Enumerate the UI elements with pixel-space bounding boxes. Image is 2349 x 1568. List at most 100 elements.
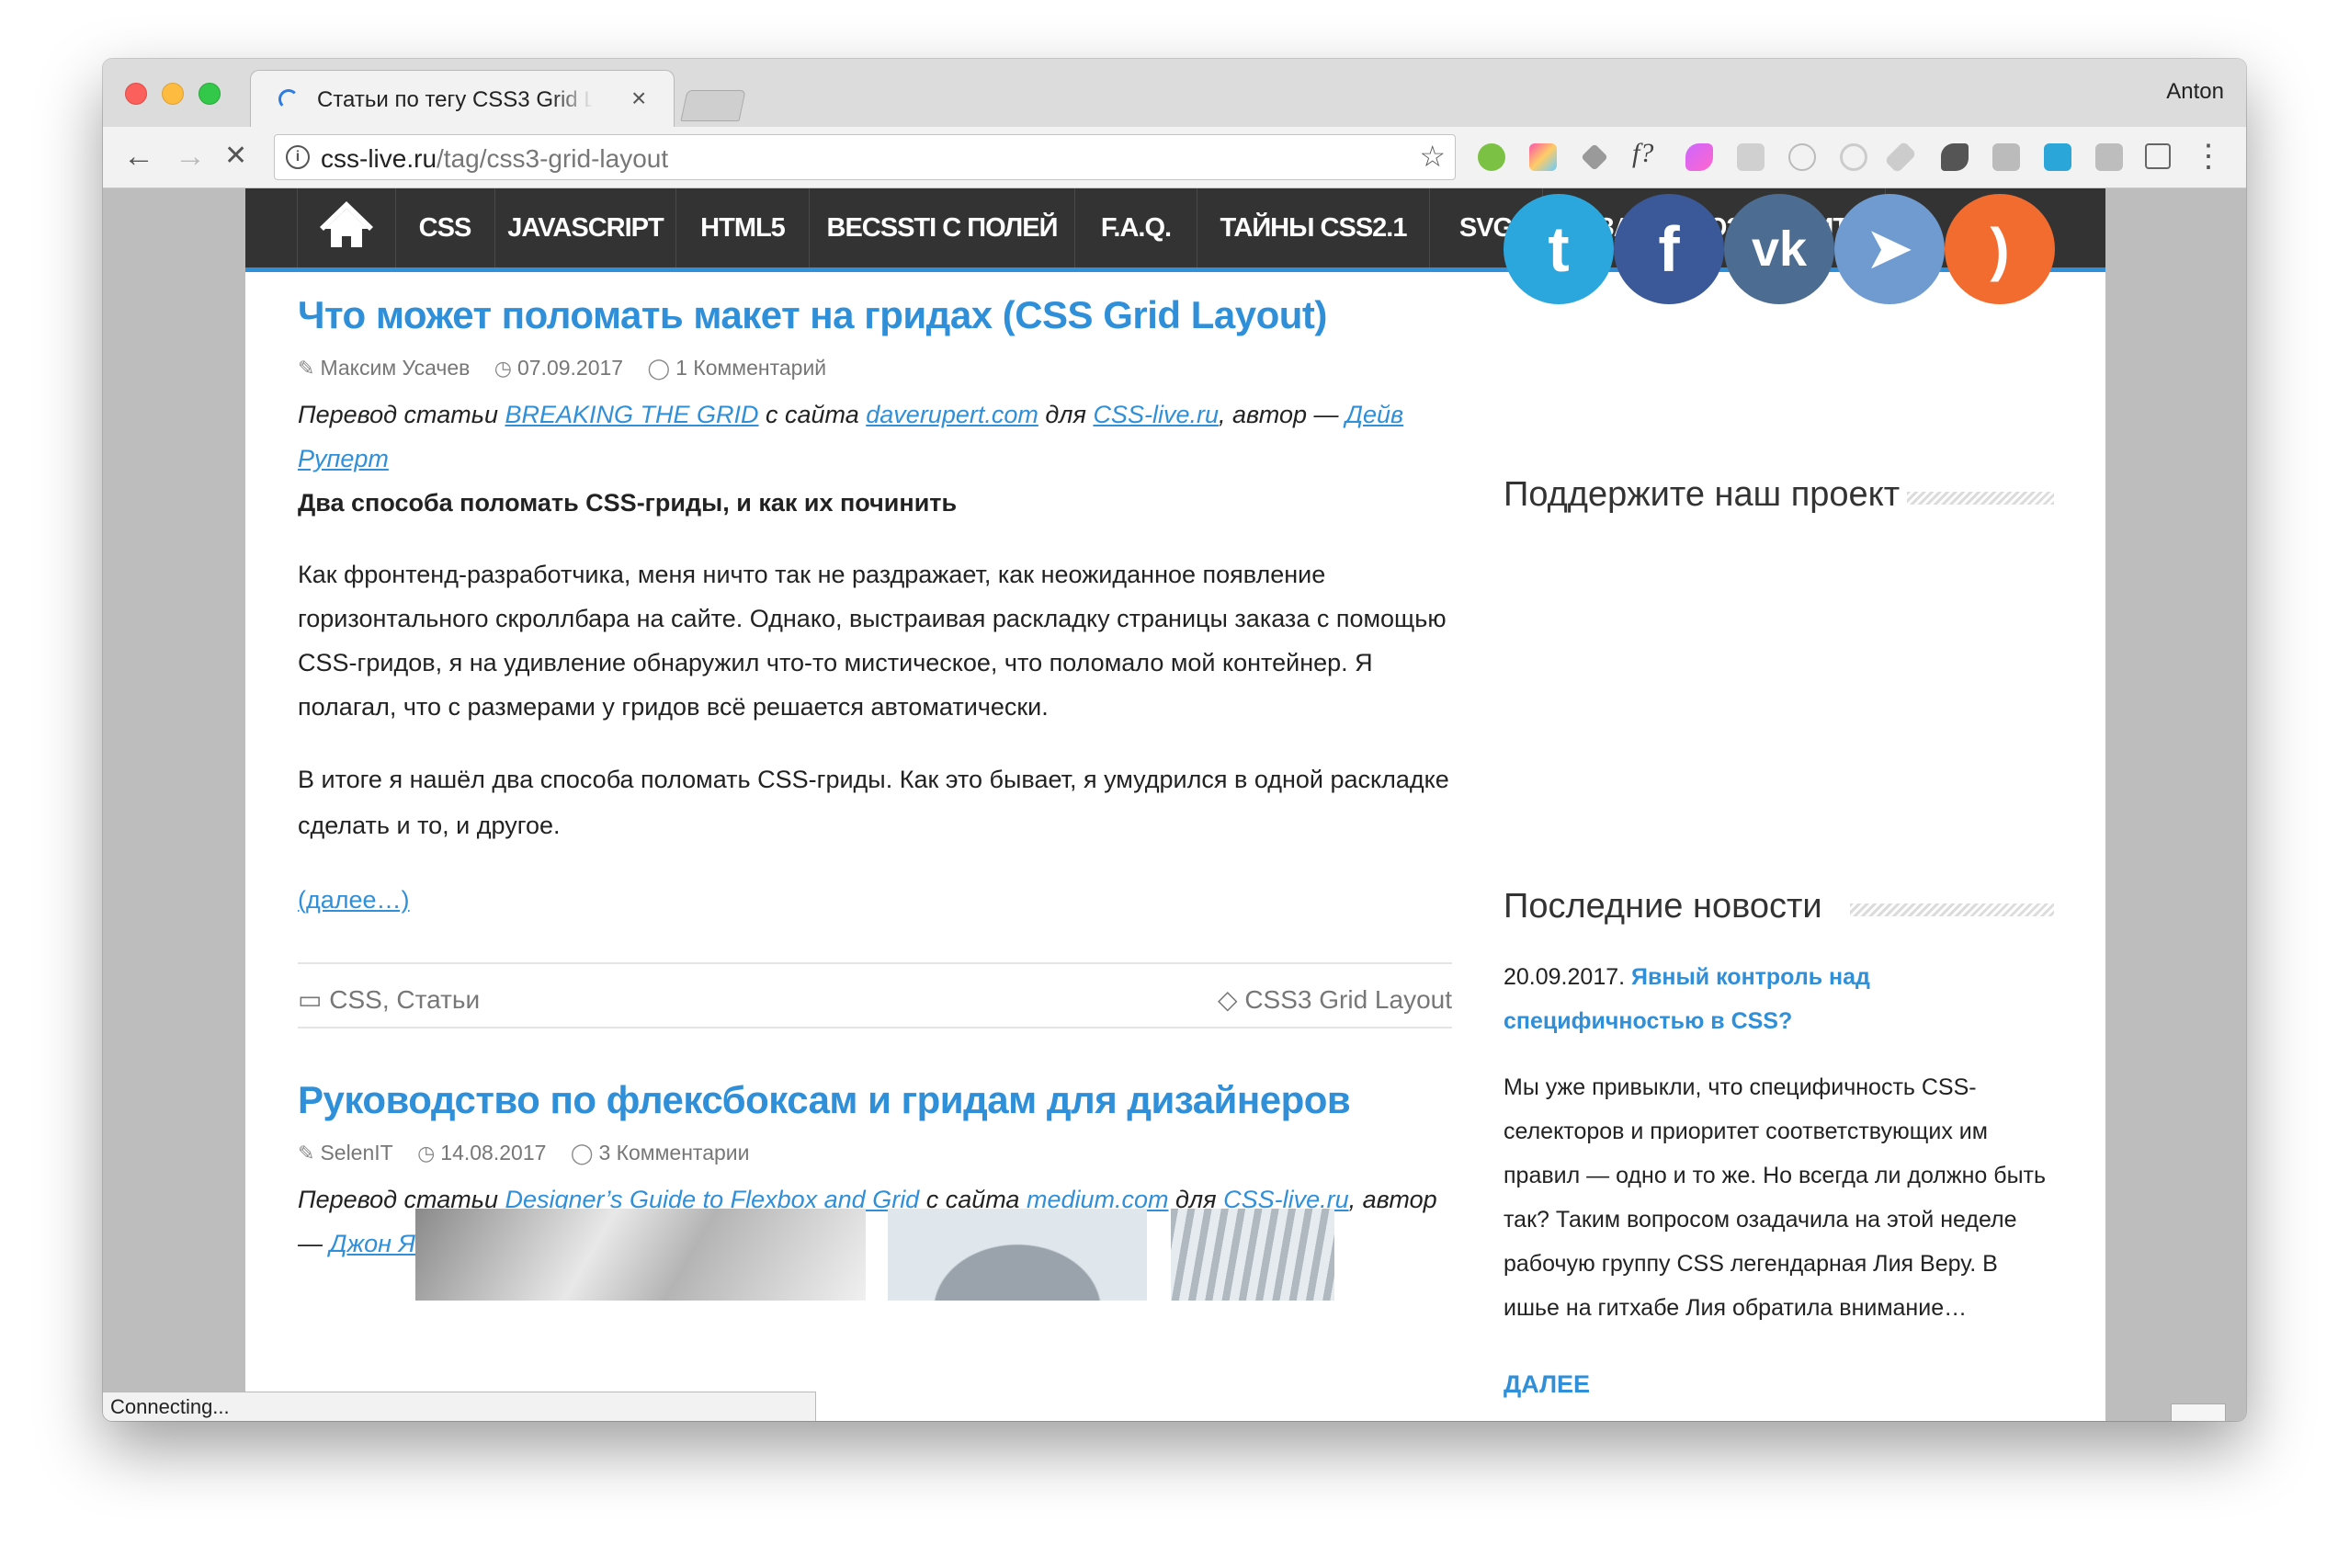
building-image	[415, 1209, 866, 1301]
close-window-button[interactable]	[125, 83, 147, 105]
status-bar: Connecting...	[103, 1392, 816, 1421]
comment-icon: ◯	[570, 1142, 594, 1165]
profile-name[interactable]: Anton	[2166, 79, 2224, 105]
author-icon: ✎	[298, 357, 315, 380]
tag-icon: ◇	[1218, 985, 1245, 1014]
dropbox-icon[interactable]	[1581, 143, 1608, 171]
post-title[interactable]: Руководство по флексбоксам и гридам для …	[298, 1078, 1351, 1122]
browser-toolbar: ← → ✕ i css-live.ru/tag/css3-grid-layout…	[103, 127, 2246, 188]
telegram-icon: ➤	[1867, 219, 1912, 278]
category-link[interactable]: CSS	[329, 985, 382, 1014]
building-image	[1171, 1209, 1334, 1301]
stop-loading-icon[interactable]: ✕	[224, 136, 247, 176]
post-tags: ◇ CSS3 Grid Layout	[1218, 984, 1452, 1015]
post-meta: ✎ Максим Усачев ◷ 07.09.2017 ◯ 1 Комментари…	[298, 356, 826, 381]
clock-icon: ◷	[417, 1142, 436, 1165]
rss-button[interactable]: )	[1945, 194, 2055, 304]
post-title[interactable]: Что может поломать макет на гридах (CSS …	[298, 293, 1327, 337]
url-path: /tag/css3-grid-layout	[437, 144, 669, 173]
s-icon[interactable]	[1941, 143, 1969, 171]
post-meta: ✎ SelenIT ◷ 14.08.2017 ◯ 3 Комментарии	[298, 1141, 749, 1165]
title-bar: Статьи по тегу CSS3 Grid Layout × Anton	[103, 59, 2246, 128]
scroll-to-top-button[interactable]: ⌃	[2171, 1403, 2226, 1421]
nav-item-faq[interactable]: F.A.Q.	[1075, 188, 1197, 267]
post-author[interactable]: SelenIT	[320, 1141, 392, 1165]
nav-item-javascript[interactable]: JAVASCRIPT	[495, 188, 676, 267]
nav-item-html5[interactable]: HTML5	[676, 188, 810, 267]
image-icon[interactable]	[2095, 143, 2123, 171]
facebook-button[interactable]: f	[1614, 194, 1724, 304]
tools-icon[interactable]	[1884, 141, 1917, 174]
author-icon: ✎	[298, 1142, 315, 1165]
post-subheading: Два способа поломать CSS-гриды, и как их…	[298, 489, 958, 517]
new-tab-button[interactable]	[680, 90, 746, 121]
post-categories: ▭ CSS, Статьи	[298, 984, 480, 1015]
folder-icon: ▭	[298, 985, 330, 1014]
zoom-window-button[interactable]	[199, 83, 221, 105]
skype-icon[interactable]	[2044, 143, 2071, 171]
home-icon	[320, 201, 373, 247]
screenshot-icon[interactable]	[1737, 143, 1765, 171]
telegram-button[interactable]: ➤	[1834, 194, 1945, 304]
source-site-link[interactable]: daverupert.com	[866, 401, 1038, 428]
post-comments[interactable]: 1 Комментарий	[675, 356, 826, 380]
page-viewport: CSS JAVASCRIPT HTML5 ВЕСЅЅТІ С ПОЛЕЙ F.A…	[103, 188, 2246, 1421]
tag-link[interactable]: CSS3 Grid Layout	[1244, 985, 1452, 1014]
tab-title: Статьи по тегу CSS3 Grid Layout	[317, 87, 593, 112]
react-devtools-icon[interactable]	[1788, 143, 1816, 171]
clock-icon: ◷	[494, 357, 512, 380]
post-paragraph: В итоге я нашёл два способа поломать CSS…	[298, 766, 1449, 839]
news-widget-title: Последние новости	[1504, 887, 1822, 926]
site-info-icon[interactable]: i	[286, 145, 310, 169]
site-page: CSS JAVASCRIPT HTML5 ВЕСЅЅТІ С ПОЛЕЙ F.A…	[245, 188, 2105, 1421]
back-arrow-icon[interactable]: ←	[123, 136, 154, 176]
comment-icon: ◯	[647, 357, 671, 380]
id-icon[interactable]	[1992, 143, 2020, 171]
colorzilla-icon[interactable]	[1529, 143, 1557, 171]
twitter-button[interactable]: t	[1504, 194, 1614, 304]
read-more-text[interactable]: (далее…)	[298, 886, 410, 914]
source-article-link[interactable]: BREAKING THE GRID	[505, 401, 758, 428]
rss-icon: )	[1990, 216, 2010, 282]
news-headline: 20.09.2017. Явный контроль над специфичн…	[1504, 955, 2055, 1043]
intro-text: Перевод статьи	[298, 401, 505, 428]
minimize-window-button[interactable]	[162, 83, 184, 105]
fonts-ninja-icon[interactable]: f?	[1632, 138, 1653, 169]
news-date: 20.09.2017.	[1504, 964, 1632, 990]
news-excerpt: Мы уже привыкли, что специфичность CSS-с…	[1504, 1074, 2047, 1321]
thumbs-up-icon[interactable]	[2145, 143, 2171, 169]
post-author[interactable]: Максим Усачев	[320, 356, 470, 380]
category-link[interactable]: Статьи	[396, 985, 480, 1014]
css-live-link[interactable]: CSS-live.ru	[1093, 401, 1219, 428]
intro-text: с сайта	[758, 401, 867, 428]
evernote-icon[interactable]	[1478, 143, 1505, 171]
news-more-link[interactable]: ДАЛЕЕ	[1504, 1370, 1590, 1399]
post-comments[interactable]: 3 Комментарии	[598, 1141, 749, 1165]
address-bar[interactable]: i css-live.ru/tag/css3-grid-layout ☆	[274, 134, 1456, 180]
nav-item-css[interactable]: CSS	[395, 188, 495, 267]
post-date: 07.09.2017	[516, 356, 624, 380]
divider	[298, 1027, 1452, 1028]
post-date: 14.08.2017	[440, 1141, 547, 1165]
url-text[interactable]: css-live.ru/tag/css3-grid-layout	[321, 144, 668, 174]
paint-icon[interactable]	[1685, 143, 1713, 171]
intro-text: для	[1038, 401, 1094, 428]
nav-item-vesti[interactable]: ВЕСЅЅТІ С ПОЛЕЙ	[810, 188, 1075, 267]
browser-window: Статьи по тегу CSS3 Grid Layout × Anton …	[103, 59, 2246, 1421]
twitter-icon: t	[1548, 213, 1570, 285]
post-paragraph: Как фронтенд-разработчика, меня ничто та…	[298, 561, 1447, 721]
target-icon[interactable]	[1840, 143, 1867, 171]
intro-text: , автор —	[1218, 401, 1346, 428]
menu-kebab-icon[interactable]: ⋮	[2193, 138, 2224, 175]
support-widget-title: Поддержите наш проект	[1504, 475, 1901, 514]
nav-home-link[interactable]	[297, 188, 396, 267]
browser-tab[interactable]: Статьи по тегу CSS3 Grid Layout ×	[250, 70, 675, 128]
nav-item-css21[interactable]: ТАЙНЫ CSS2.1	[1197, 188, 1430, 267]
vk-button[interactable]: vk	[1724, 194, 1834, 304]
bookmark-star-icon[interactable]: ☆	[1419, 139, 1446, 174]
tab-close-icon[interactable]: ×	[631, 84, 646, 113]
divider	[298, 962, 1452, 964]
building-image	[888, 1209, 1147, 1301]
forward-arrow-icon[interactable]: →	[175, 136, 206, 176]
read-more-link[interactable]: (далее…)	[298, 878, 1452, 922]
